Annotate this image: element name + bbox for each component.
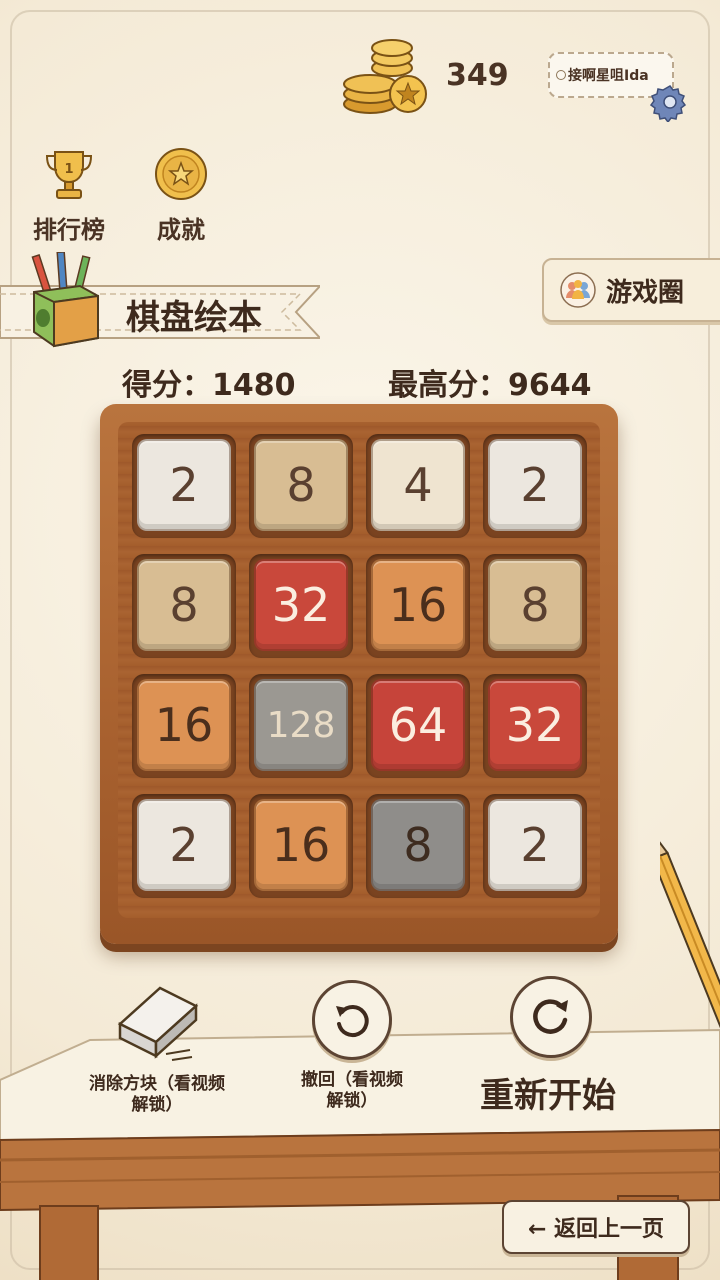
tile: 32 xyxy=(254,559,348,651)
board-cell: 32 xyxy=(249,554,353,658)
tile: 2 xyxy=(137,439,231,531)
tile: 2 xyxy=(488,439,582,531)
pencil-decoration-icon xyxy=(660,824,720,1040)
board-cell: 8 xyxy=(483,554,587,658)
tile: 8 xyxy=(371,799,465,891)
undo-icon xyxy=(336,1005,369,1038)
game-screen: 349 接啊星咀Ida 1 排行榜 成就 棋盘绘本 游戏圈 得分：1480 最高… xyxy=(0,0,720,1280)
svg-text:1: 1 xyxy=(64,162,73,177)
board-cell: 2 xyxy=(132,434,236,538)
back-button[interactable]: ← 返回上一页 xyxy=(502,1200,690,1254)
board-cell: 32 xyxy=(483,674,587,778)
restart-icon xyxy=(533,999,568,1034)
board-cell: 4 xyxy=(366,434,470,538)
undo-button[interactable]: 撤回（看视频解锁） xyxy=(296,980,408,1112)
eraser-tool-button[interactable]: 消除方块（看视频解锁） xyxy=(84,976,230,1116)
pencil-cup-icon xyxy=(31,252,99,348)
board-cell: 16 xyxy=(132,674,236,778)
undo-label: 撤回（看视频解锁） xyxy=(301,1070,403,1111)
restart-label[interactable]: 重新开始 xyxy=(480,1068,616,1117)
game-circle-button[interactable]: 游戏圈 xyxy=(542,258,720,322)
tag-hole-icon xyxy=(556,70,566,80)
board-cell: 8 xyxy=(132,554,236,658)
tile: 16 xyxy=(371,559,465,651)
tile: 16 xyxy=(137,679,231,771)
current-score: 得分：1480 xyxy=(122,368,296,403)
tile: 8 xyxy=(488,559,582,651)
tile: 32 xyxy=(488,679,582,771)
board-cell: 2 xyxy=(483,794,587,898)
restart-circle xyxy=(510,976,592,1058)
leaderboard-label: 排行榜 xyxy=(33,216,105,244)
community-icon xyxy=(560,272,596,308)
best-score: 最高分：9644 xyxy=(388,368,592,403)
tile: 64 xyxy=(371,679,465,771)
board-cell: 2 xyxy=(483,434,587,538)
game-circle-label: 游戏圈 xyxy=(606,277,685,308)
board-cell: 16 xyxy=(249,794,353,898)
eraser-icon xyxy=(117,986,199,1061)
tile: 8 xyxy=(137,559,231,651)
tile: 2 xyxy=(137,799,231,891)
board-cell: 8 xyxy=(249,434,353,538)
tile: 8 xyxy=(254,439,348,531)
eraser-tool-label: 消除方块（看视频解锁） xyxy=(89,1074,225,1115)
medal-icon xyxy=(155,148,207,200)
tile: 16 xyxy=(254,799,348,891)
restart-button[interactable] xyxy=(508,976,594,1058)
board-cell: 64 xyxy=(366,674,470,778)
coin-stack-icon xyxy=(343,39,427,114)
game-board[interactable]: 2 8 4 2 8 32 16 8 16 128 64 32 2 16 8 2 xyxy=(100,404,618,944)
tile: 128 xyxy=(254,679,348,771)
username: 接啊星咀Ida xyxy=(568,68,649,84)
gear-icon[interactable] xyxy=(650,82,690,122)
achievements-label: 成就 xyxy=(157,216,205,244)
board-title: 棋盘绘本 xyxy=(126,298,262,338)
board-cell: 128 xyxy=(249,674,353,778)
coin-count: 349 xyxy=(446,58,509,93)
board-cell: 16 xyxy=(366,554,470,658)
leaderboard-button[interactable]: 1 排行榜 xyxy=(28,146,110,245)
achievements-button[interactable]: 成就 xyxy=(140,146,222,245)
undo-circle xyxy=(312,980,392,1060)
tile: 2 xyxy=(488,799,582,891)
board-cell: 8 xyxy=(366,794,470,898)
trophy-icon: 1 xyxy=(45,151,93,199)
board-cell: 2 xyxy=(132,794,236,898)
tile: 4 xyxy=(371,439,465,531)
